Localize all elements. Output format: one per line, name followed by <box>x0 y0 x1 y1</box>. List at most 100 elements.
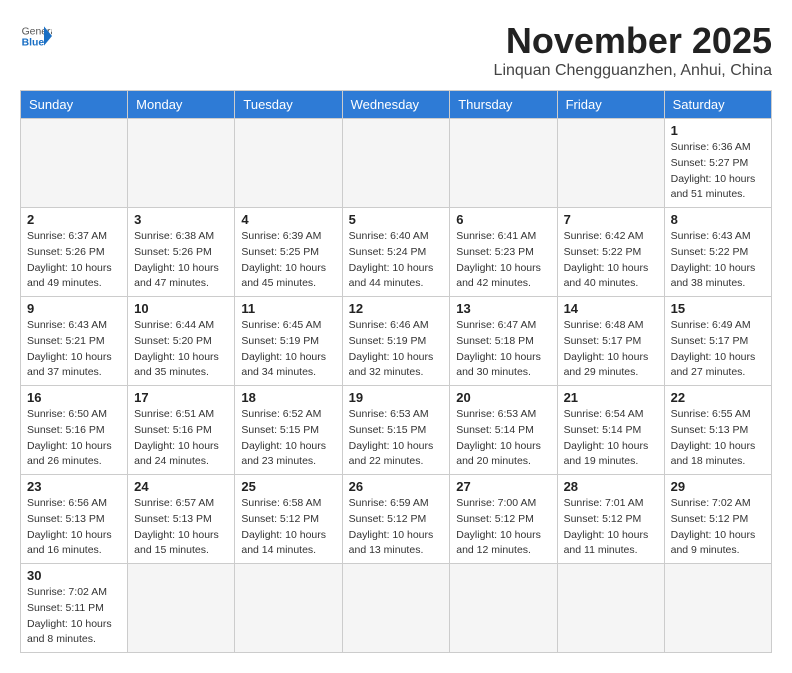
day-cell: 27 Sunrise: 7:00 AMSunset: 5:12 PMDayligh… <box>450 475 557 564</box>
day-cell <box>21 119 128 208</box>
week-row-3: 16Sunrise: 6:50 AMSunset: 5:16 PMDayligh… <box>21 386 772 475</box>
day-cell: 29 Sunrise: 7:02 AMSunset: 5:12 PMDayligh… <box>664 475 771 564</box>
day-info: Sunrise: 6:48 AMSunset: 5:17 PMDaylight:… <box>564 318 658 381</box>
day-cell: 22 Sunrise: 6:55 AMSunset: 5:13 PMDayligh… <box>664 386 771 475</box>
day-cell: 16Sunrise: 6:50 AMSunset: 5:16 PMDayligh… <box>21 386 128 475</box>
weekday-header-friday: Friday <box>557 91 664 119</box>
svg-text:Blue: Blue <box>22 38 45 49</box>
day-cell: 28 Sunrise: 7:01 AMSunset: 5:12 PMDayligh… <box>557 475 664 564</box>
day-info: Sunrise: 6:50 AMSunset: 5:16 PMDaylight:… <box>27 407 121 470</box>
day-number: 30 <box>27 568 121 583</box>
day-number: 23 <box>27 479 121 494</box>
day-info: Sunrise: 7:01 AMSunset: 5:12 PMDaylight:… <box>564 496 658 559</box>
day-cell: 30 Sunrise: 7:02 AMSunset: 5:11 PMDayligh… <box>21 564 128 653</box>
day-number: 6 <box>456 212 550 227</box>
day-number: 3 <box>134 212 228 227</box>
day-cell: 2Sunrise: 6:37 AMSunset: 5:26 PMDaylight… <box>21 208 128 297</box>
day-cell <box>664 564 771 653</box>
day-info: Sunrise: 6:43 AMSunset: 5:22 PMDaylight:… <box>671 229 765 292</box>
day-cell: 3 Sunrise: 6:38 AMSunset: 5:26 PMDaylight… <box>128 208 235 297</box>
day-info: Sunrise: 6:43 AMSunset: 5:21 PMDaylight:… <box>27 318 121 381</box>
week-row-5: 30 Sunrise: 7:02 AMSunset: 5:11 PMDayligh… <box>21 564 772 653</box>
day-number: 18 <box>241 390 335 405</box>
day-cell <box>235 564 342 653</box>
day-cell <box>557 119 664 208</box>
day-number: 24 <box>134 479 228 494</box>
day-info: Sunrise: 6:55 AMSunset: 5:13 PMDaylight:… <box>671 407 765 470</box>
day-cell: 5 Sunrise: 6:40 AMSunset: 5:24 PMDaylight… <box>342 208 450 297</box>
day-info: Sunrise: 6:36 AMSunset: 5:27 PMDaylight:… <box>671 140 765 203</box>
day-info: Sunrise: 6:53 AMSunset: 5:14 PMDaylight:… <box>456 407 550 470</box>
weekday-header-sunday: Sunday <box>21 91 128 119</box>
header: General Blue November 2025 Linquan Cheng… <box>20 20 772 80</box>
weekday-header-thursday: Thursday <box>450 91 557 119</box>
day-number: 27 <box>456 479 550 494</box>
weekday-header-wednesday: Wednesday <box>342 91 450 119</box>
day-cell: 26Sunrise: 6:59 AMSunset: 5:12 PMDayligh… <box>342 475 450 564</box>
day-info: Sunrise: 6:51 AMSunset: 5:16 PMDaylight:… <box>134 407 228 470</box>
day-number: 1 <box>671 123 765 138</box>
day-info: Sunrise: 6:45 AMSunset: 5:19 PMDaylight:… <box>241 318 335 381</box>
month-title: November 2025 <box>494 20 772 62</box>
day-cell: 25 Sunrise: 6:58 AMSunset: 5:12 PMDayligh… <box>235 475 342 564</box>
weekday-header-tuesday: Tuesday <box>235 91 342 119</box>
day-info: Sunrise: 6:49 AMSunset: 5:17 PMDaylight:… <box>671 318 765 381</box>
day-cell: 14Sunrise: 6:48 AMSunset: 5:17 PMDayligh… <box>557 297 664 386</box>
day-number: 7 <box>564 212 658 227</box>
day-cell <box>450 564 557 653</box>
day-number: 12 <box>349 301 444 316</box>
weekday-header-monday: Monday <box>128 91 235 119</box>
day-info: Sunrise: 6:59 AMSunset: 5:12 PMDaylight:… <box>349 496 444 559</box>
day-cell: 21Sunrise: 6:54 AMSunset: 5:14 PMDayligh… <box>557 386 664 475</box>
day-number: 29 <box>671 479 765 494</box>
day-number: 17 <box>134 390 228 405</box>
day-cell <box>128 564 235 653</box>
day-number: 9 <box>27 301 121 316</box>
day-info: Sunrise: 7:00 AMSunset: 5:12 PMDaylight:… <box>456 496 550 559</box>
day-info: Sunrise: 7:02 AMSunset: 5:12 PMDaylight:… <box>671 496 765 559</box>
day-info: Sunrise: 6:46 AMSunset: 5:19 PMDaylight:… <box>349 318 444 381</box>
day-cell: 12 Sunrise: 6:46 AMSunset: 5:19 PMDayligh… <box>342 297 450 386</box>
week-row-2: 9 Sunrise: 6:43 AMSunset: 5:21 PMDaylight… <box>21 297 772 386</box>
day-cell <box>128 119 235 208</box>
day-cell: 17 Sunrise: 6:51 AMSunset: 5:16 PMDayligh… <box>128 386 235 475</box>
day-cell: 20Sunrise: 6:53 AMSunset: 5:14 PMDayligh… <box>450 386 557 475</box>
day-info: Sunrise: 6:56 AMSunset: 5:13 PMDaylight:… <box>27 496 121 559</box>
day-number: 5 <box>349 212 444 227</box>
day-number: 15 <box>671 301 765 316</box>
day-info: Sunrise: 6:40 AMSunset: 5:24 PMDaylight:… <box>349 229 444 292</box>
day-info: Sunrise: 6:58 AMSunset: 5:12 PMDaylight:… <box>241 496 335 559</box>
calendar: SundayMondayTuesdayWednesdayThursdayFrid… <box>20 90 772 653</box>
day-cell: 18Sunrise: 6:52 AMSunset: 5:15 PMDayligh… <box>235 386 342 475</box>
day-info: Sunrise: 6:53 AMSunset: 5:15 PMDaylight:… <box>349 407 444 470</box>
day-number: 10 <box>134 301 228 316</box>
day-cell <box>557 564 664 653</box>
day-number: 25 <box>241 479 335 494</box>
week-row-0: 1 Sunrise: 6:36 AMSunset: 5:27 PMDaylight… <box>21 119 772 208</box>
day-info: Sunrise: 6:44 AMSunset: 5:20 PMDaylight:… <box>134 318 228 381</box>
day-cell <box>235 119 342 208</box>
day-info: Sunrise: 6:57 AMSunset: 5:13 PMDaylight:… <box>134 496 228 559</box>
day-number: 8 <box>671 212 765 227</box>
weekday-header-saturday: Saturday <box>664 91 771 119</box>
day-cell: 10 Sunrise: 6:44 AMSunset: 5:20 PMDayligh… <box>128 297 235 386</box>
day-number: 22 <box>671 390 765 405</box>
title-area: November 2025 Linquan Chengguanzhen, Anh… <box>494 20 772 80</box>
day-cell <box>450 119 557 208</box>
day-cell: 4Sunrise: 6:39 AMSunset: 5:25 PMDaylight… <box>235 208 342 297</box>
day-number: 11 <box>241 301 335 316</box>
day-info: Sunrise: 6:47 AMSunset: 5:18 PMDaylight:… <box>456 318 550 381</box>
weekday-header-row: SundayMondayTuesdayWednesdayThursdayFrid… <box>21 91 772 119</box>
week-row-4: 23 Sunrise: 6:56 AMSunset: 5:13 PMDayligh… <box>21 475 772 564</box>
day-info: Sunrise: 6:38 AMSunset: 5:26 PMDaylight:… <box>134 229 228 292</box>
day-cell: 24 Sunrise: 6:57 AMSunset: 5:13 PMDayligh… <box>128 475 235 564</box>
logo-icon: General Blue <box>20 20 52 52</box>
day-cell <box>342 119 450 208</box>
day-number: 13 <box>456 301 550 316</box>
day-number: 2 <box>27 212 121 227</box>
day-cell: 6Sunrise: 6:41 AMSunset: 5:23 PMDaylight… <box>450 208 557 297</box>
day-cell: 11 Sunrise: 6:45 AMSunset: 5:19 PMDayligh… <box>235 297 342 386</box>
day-info: Sunrise: 7:02 AMSunset: 5:11 PMDaylight:… <box>27 585 121 648</box>
day-cell: 1 Sunrise: 6:36 AMSunset: 5:27 PMDaylight… <box>664 119 771 208</box>
day-number: 28 <box>564 479 658 494</box>
